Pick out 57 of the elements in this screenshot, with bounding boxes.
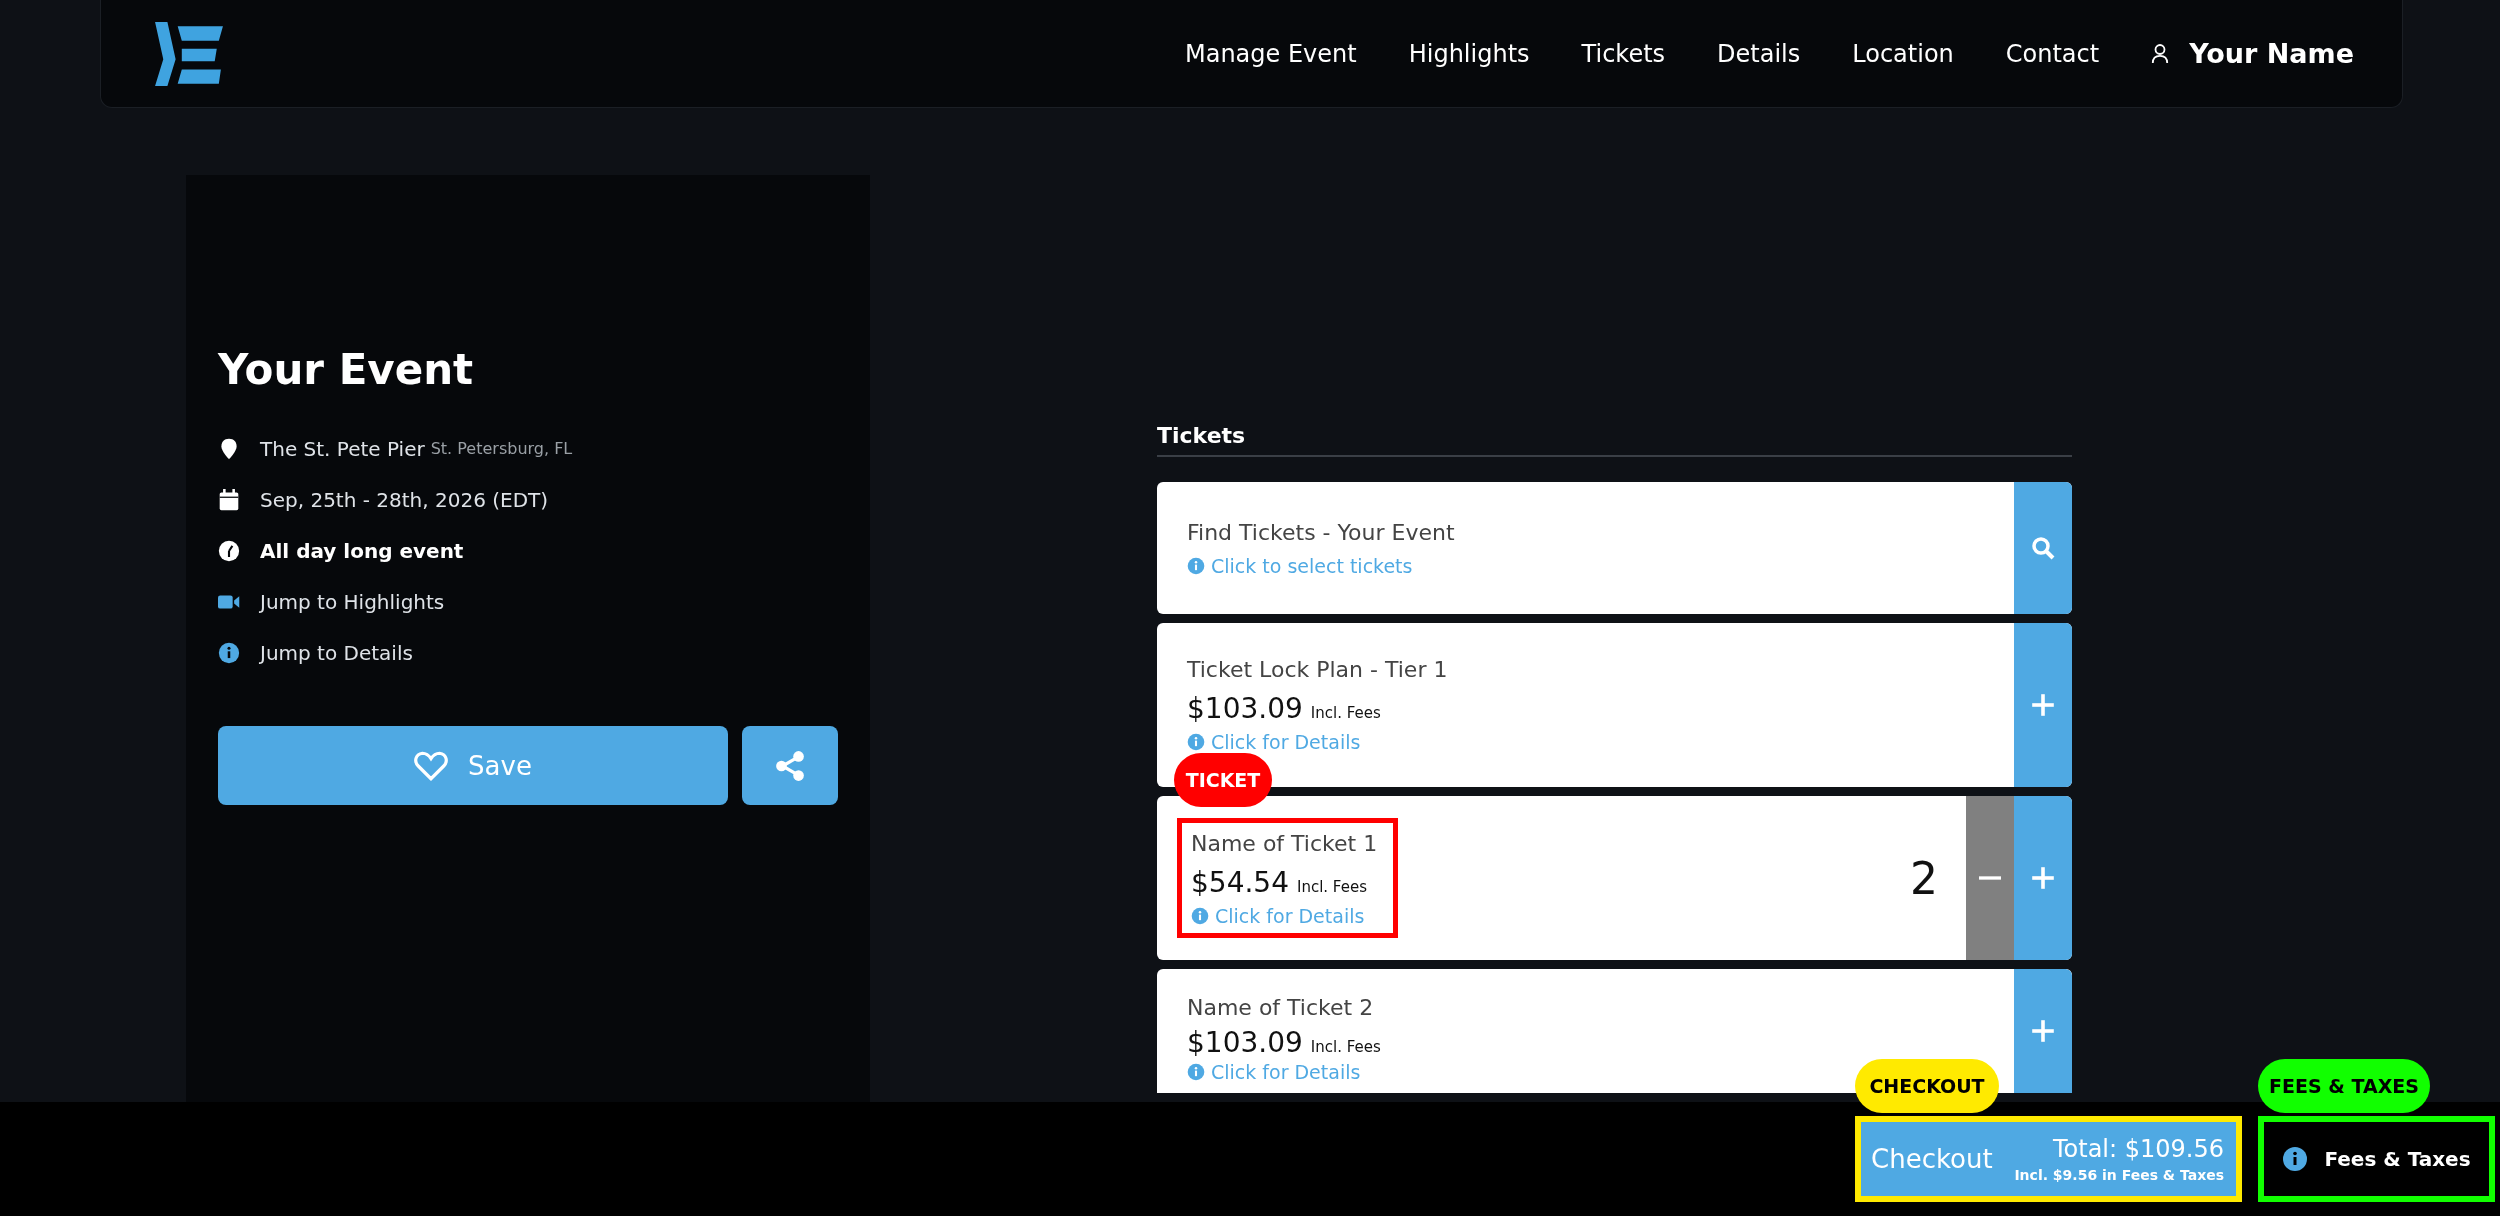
annotation-tag: CHECKOUT: [1855, 1059, 1999, 1113]
map-pin-icon: [218, 437, 240, 460]
info-icon: [1187, 733, 1205, 751]
link-text: Click for Details: [1211, 731, 1361, 753]
ticket-price: $103.09: [1187, 1026, 1303, 1059]
increase-button[interactable]: [2014, 969, 2072, 1093]
minus-icon: [1979, 876, 2001, 880]
info-icon: [1187, 556, 1205, 575]
annotation-tag: TICKET: [1174, 753, 1272, 807]
details-link[interactable]: Jump to Details: [260, 640, 413, 665]
user-name: Your Name: [2189, 38, 2354, 69]
info-icon: [2282, 1146, 2309, 1172]
nav-link[interactable]: Tickets: [1581, 39, 1666, 68]
search-button[interactable]: [2014, 482, 2072, 614]
event-time: All day long event: [260, 538, 464, 563]
share-icon: [774, 749, 806, 782]
nav-link[interactable]: Contact: [2005, 39, 2100, 68]
ticket-price: $103.09: [1187, 692, 1303, 725]
fee-note: Incl. Fees: [1297, 878, 1367, 896]
nav-link[interactable]: Highlights: [1408, 39, 1530, 68]
nav-link[interactable]: Manage Event: [1185, 39, 1357, 68]
checkout-total: Total: $109.56: [2053, 1135, 2224, 1163]
ticket-name: Find Tickets - Your Event: [1187, 519, 1455, 545]
share-button[interactable]: [742, 726, 838, 806]
plus-icon: [2031, 693, 2055, 717]
checkout-fees-note: Incl. $9.56 in Fees & Taxes: [2014, 1167, 2224, 1183]
ticket-price: $54.54: [1191, 866, 1289, 899]
venue-city: St. Petersburg, FL: [430, 439, 573, 459]
user-menu[interactable]: Your Name: [2151, 38, 2354, 69]
link-text: Click for Details: [1211, 1061, 1361, 1083]
highlights-link[interactable]: Jump to Highlights: [260, 589, 445, 614]
nav-link[interactable]: Details: [1717, 39, 1801, 68]
search-icon: [2031, 536, 2055, 560]
plus-icon: [2031, 1018, 2055, 1043]
tickets-heading: Tickets: [1157, 423, 1247, 450]
info-icon: [1187, 1063, 1205, 1081]
venue-name: The St. Pete Pier: [260, 436, 425, 461]
ticket-name: Name of Ticket 1: [1191, 831, 1378, 856]
ticket-name: Name of Ticket 2: [1187, 995, 1375, 1020]
link-text: Click to select tickets: [1211, 554, 1413, 577]
annotation-tag: FEES & TAXES: [2258, 1059, 2430, 1113]
fee-note: Incl. Fees: [1310, 1038, 1381, 1056]
ticket-name: Ticket Lock Plan - Tier 1: [1187, 657, 1448, 682]
fee-note: Incl. Fees: [1310, 704, 1381, 722]
info-icon: [218, 641, 240, 664]
info-icon: [1191, 907, 1209, 925]
heart-icon: [414, 750, 449, 781]
event-dates: Sep, 25th - 28th, 2026 (EDT): [260, 487, 549, 512]
clock-icon: [218, 539, 240, 562]
fees-taxes-button[interactable]: Fees & Taxes: [2258, 1116, 2495, 1202]
user-icon: [2151, 41, 2170, 66]
event-title: Your Event: [218, 345, 475, 396]
link-text: Click for Details: [1215, 905, 1365, 927]
ticket-quantity: 2: [1910, 852, 1938, 904]
plus-icon: [2031, 866, 2055, 890]
nav-link[interactable]: Location: [1852, 39, 1954, 68]
calendar-icon: [218, 488, 240, 511]
